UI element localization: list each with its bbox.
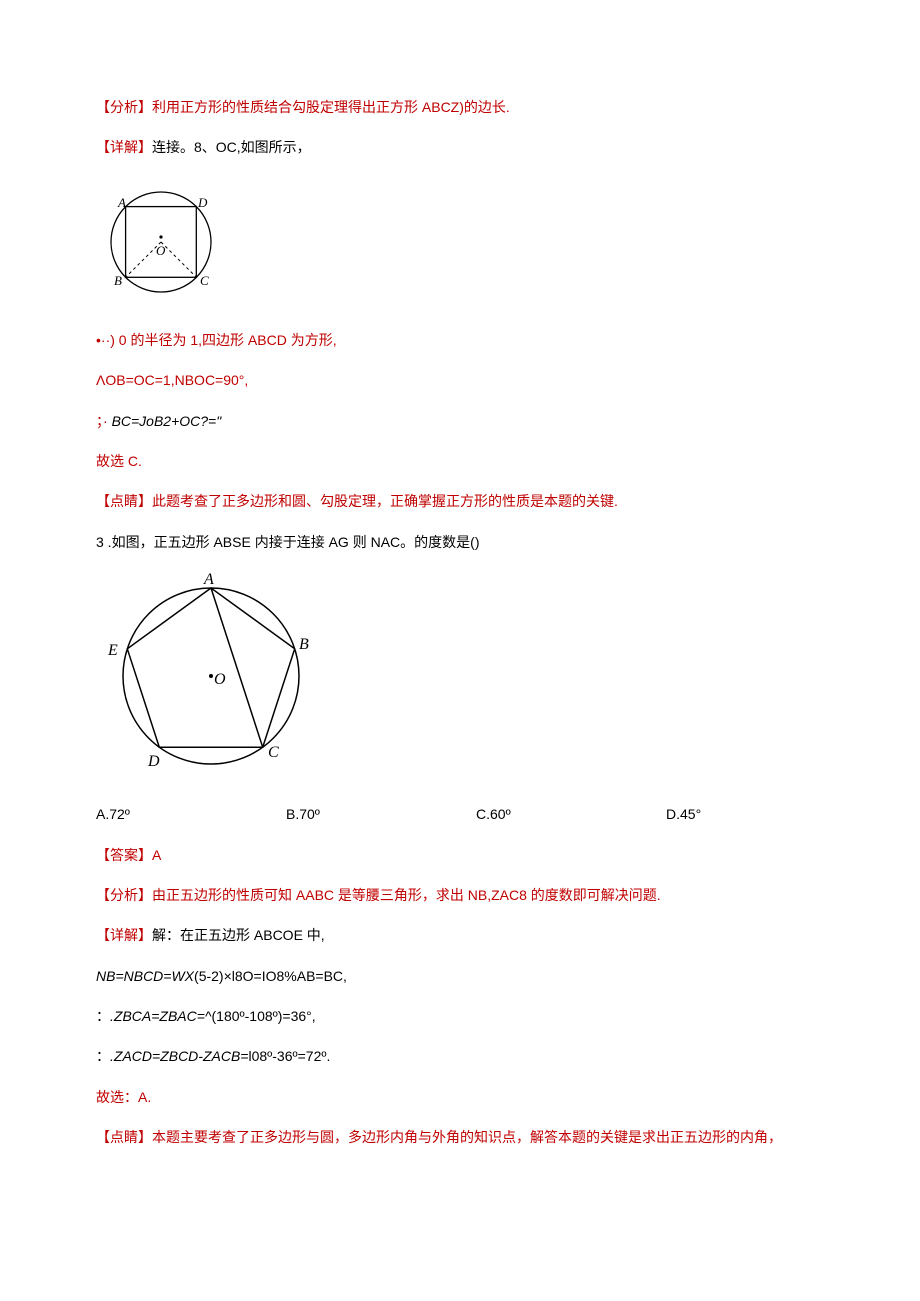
q3-analysis: 【分析】由正五边形的性质可知 AABC 是等腰三角形，求出 NB,ZAC8 的度…	[96, 884, 824, 906]
q2-figure: A D B C O	[96, 177, 824, 307]
q2-hint: 【点睛】此题考查了正多边形和圆、勾股定理，正确掌握正方形的性质是本题的关键.	[96, 490, 824, 512]
svg-text:A: A	[117, 195, 126, 210]
q3-hint: 【点睛】本题主要考查了正多边形与圆，多边形内角与外角的知识点，解答本题的关键是求…	[96, 1126, 824, 1148]
answer-value: A	[152, 847, 161, 863]
svg-text:O: O	[156, 243, 166, 258]
q2-line2: ΛOB=OC=1,NBOC=90°,	[96, 369, 824, 391]
answer-label: 【答案】	[96, 847, 152, 863]
q3-options: A.72º B.70º C.60º D.45°	[96, 803, 824, 825]
q2-line3: ；· BC=JoB2+OC?="	[96, 410, 824, 432]
q3-stem: 3 .如图，正五边形 ABSE 内接于连接 AG 则 NAC。的度数是()	[96, 531, 824, 553]
detail-text: 解：在正五边形 ABCOE 中,	[152, 927, 325, 943]
q3-number: 3	[96, 534, 104, 550]
svg-text:B: B	[299, 636, 309, 653]
q2-conclusion: 故选 C.	[96, 450, 824, 472]
pentagon-in-circle-diagram: A B C D E O	[96, 571, 326, 781]
q3-line2: ：.ZBCA=ZBAC=^(180º-108º)=36°,	[96, 1005, 824, 1027]
svg-text:D: D	[147, 753, 160, 770]
analysis-label: 【分析】	[96, 99, 152, 115]
q3-line3: ：.ZACD=ZBCD-ZACB=l08º-36º=72º.	[96, 1045, 824, 1067]
q3-figure: A B C D E O	[96, 571, 824, 781]
q2-analysis: 【分析】利用正方形的性质结合勾股定理得出正方形 ABCZ)的边长.	[96, 96, 824, 118]
q2-line1: •··) 0 的半径为 1,四边形 ABCD 为方形,	[96, 329, 824, 351]
hint-label: 【点睛】	[96, 1129, 152, 1145]
svg-text:C: C	[200, 273, 209, 288]
svg-text:C: C	[268, 744, 279, 761]
hint-text: 本题主要考查了正多边形与圆，多边形内角与外角的知识点，解答本题的关键是求出正五边…	[152, 1129, 782, 1145]
svg-text:E: E	[107, 642, 118, 659]
q3-conclusion: 故选：A.	[96, 1086, 824, 1108]
analysis-text: 利用正方形的性质结合勾股定理得出正方形 ABCZ)的边长.	[152, 99, 510, 115]
hint-label: 【点睛】	[96, 493, 152, 509]
q3-answer: 【答案】A	[96, 844, 824, 866]
q3-line1: NB=NBCD=WX(5-2)×l8O=IO8%AB=BC,	[96, 965, 824, 987]
hint-text: 此题考查了正多边形和圆、勾股定理，正确掌握正方形的性质是本题的关键.	[152, 493, 618, 509]
svg-text:A: A	[203, 571, 214, 588]
svg-text:D: D	[197, 195, 208, 210]
svg-text:O: O	[214, 671, 226, 688]
q2-detail: 【详解】连接。8、OC,如图所示，	[96, 136, 824, 158]
option-a: A.72º	[96, 803, 286, 825]
svg-text:B: B	[114, 273, 122, 288]
detail-text: 连接。8、OC,如图所示，	[152, 139, 311, 155]
analysis-label: 【分析】	[96, 887, 152, 903]
square-in-circle-diagram: A D B C O	[96, 177, 226, 307]
option-b: B.70º	[286, 803, 476, 825]
option-d: D.45°	[666, 803, 816, 825]
detail-label: 【详解】	[96, 139, 152, 155]
detail-label: 【详解】	[96, 927, 152, 943]
option-c: C.60º	[476, 803, 666, 825]
q3-detail: 【详解】解：在正五边形 ABCOE 中,	[96, 924, 824, 946]
analysis-text: 由正五边形的性质可知 AABC 是等腰三角形，求出 NB,ZAC8 的度数即可解…	[152, 887, 661, 903]
q3-stem-text: .如图，正五边形 ABSE 内接于连接 AG 则 NAC。的度数是()	[104, 534, 480, 550]
